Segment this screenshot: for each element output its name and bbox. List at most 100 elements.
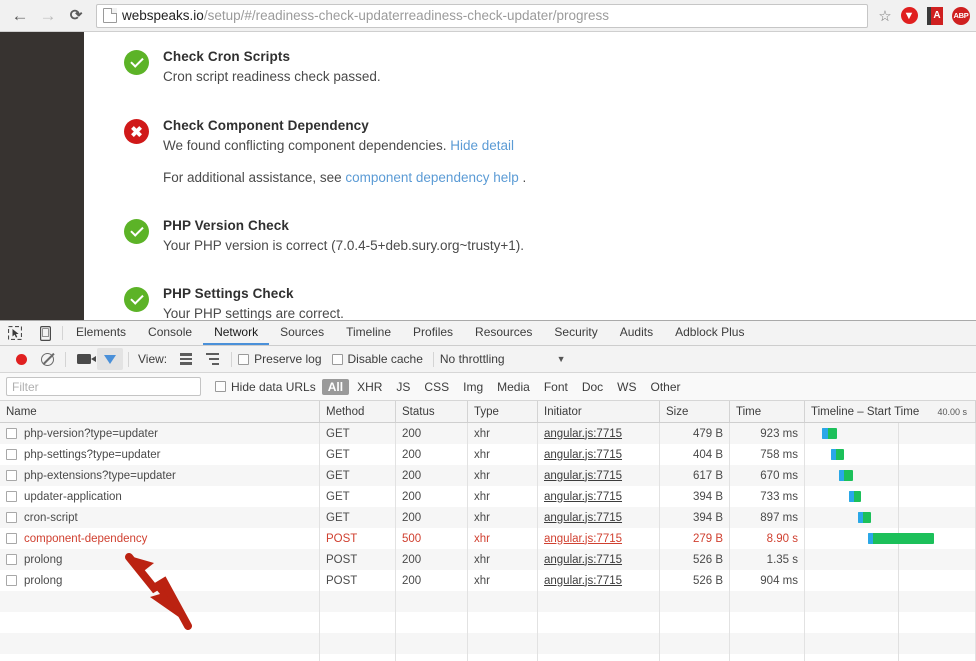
request-checkbox[interactable] xyxy=(6,554,17,565)
initiator-link[interactable]: angular.js:7715 xyxy=(544,449,622,461)
address-bar[interactable]: webspeaks.io/setup/#/readiness-check-upd… xyxy=(96,3,868,28)
chevron-down-icon[interactable]: ▼ xyxy=(557,354,566,364)
filter-type-all[interactable]: All xyxy=(321,378,350,395)
request-name-cell[interactable]: updater-application xyxy=(0,486,320,507)
request-method-cell xyxy=(320,654,396,661)
filter-type-js[interactable]: JS xyxy=(390,379,416,395)
request-method-cell xyxy=(320,612,396,633)
request-checkbox[interactable] xyxy=(6,491,17,502)
filter-input[interactable] xyxy=(6,377,201,396)
column-header-name[interactable]: Name xyxy=(0,401,320,422)
initiator-link[interactable]: angular.js:7715 xyxy=(544,512,622,524)
filter-button[interactable] xyxy=(97,348,123,377)
toggle-device-toolbar-icon[interactable] xyxy=(30,321,60,345)
request-method-cell: POST xyxy=(320,549,396,570)
tab-adblock-plus[interactable]: Adblock Plus xyxy=(664,321,755,345)
list-view-icon[interactable] xyxy=(173,348,199,370)
request-name-cell[interactable]: php-extensions?type=updater xyxy=(0,465,320,486)
request-checkbox[interactable] xyxy=(6,470,17,481)
filter-type-css[interactable]: CSS xyxy=(418,379,455,395)
filter-type-img[interactable]: Img xyxy=(457,379,489,395)
record-button[interactable] xyxy=(8,348,34,370)
opera-extension-button[interactable]: ▼ xyxy=(898,5,920,27)
request-initiator-cell[interactable]: angular.js:7715 xyxy=(538,507,660,528)
initiator-link[interactable]: angular.js:7715 xyxy=(544,533,622,545)
request-checkbox[interactable] xyxy=(6,449,17,460)
initiator-link[interactable]: angular.js:7715 xyxy=(544,575,622,587)
request-initiator-cell[interactable]: angular.js:7715 xyxy=(538,570,660,591)
tab-network[interactable]: Network xyxy=(203,321,270,345)
capture-screenshots-button[interactable] xyxy=(71,348,97,370)
request-name-cell[interactable]: component-dependency xyxy=(0,528,320,549)
tab-elements[interactable]: Elements xyxy=(65,321,137,345)
filter-type-xhr[interactable]: XHR xyxy=(351,379,388,395)
request-checkbox[interactable] xyxy=(6,575,17,586)
table-row[interactable]: updater-application GET 200 xhr angular.… xyxy=(0,486,976,507)
initiator-link[interactable]: angular.js:7715 xyxy=(544,470,622,482)
request-status-cell: 200 xyxy=(396,570,468,591)
column-header-size[interactable]: Size xyxy=(660,401,730,422)
request-initiator-cell[interactable]: angular.js:7715 xyxy=(538,486,660,507)
url-host: webspeaks.io xyxy=(122,8,204,23)
table-row[interactable]: php-extensions?type=updater GET 200 xhr … xyxy=(0,465,976,486)
bookmark-star-icon[interactable]: ☆ xyxy=(874,7,896,25)
table-row[interactable]: prolong POST 200 xhr angular.js:7715 526… xyxy=(0,570,976,591)
tab-timeline[interactable]: Timeline xyxy=(335,321,402,345)
adblock-plus-button[interactable]: ABP xyxy=(950,5,972,27)
column-header-initiator[interactable]: Initiator xyxy=(538,401,660,422)
request-name-cell[interactable]: php-settings?type=updater xyxy=(0,444,320,465)
disable-cache-checkbox[interactable] xyxy=(331,353,343,365)
tab-resources[interactable]: Resources xyxy=(464,321,543,345)
tab-audits[interactable]: Audits xyxy=(609,321,664,345)
request-initiator-cell[interactable]: angular.js:7715 xyxy=(538,423,660,444)
request-initiator-cell[interactable]: angular.js:7715 xyxy=(538,549,660,570)
filter-type-other[interactable]: Other xyxy=(645,379,687,395)
request-checkbox[interactable] xyxy=(6,533,17,544)
hide-data-urls-checkbox[interactable] xyxy=(215,381,226,392)
request-checkbox[interactable] xyxy=(6,428,17,439)
url-path: /setup/#/readiness-check-updaterreadines… xyxy=(203,8,610,23)
tab-sources[interactable]: Sources xyxy=(269,321,335,345)
tab-profiles[interactable]: Profiles xyxy=(402,321,464,345)
column-header-time[interactable]: Time xyxy=(730,401,805,422)
tab-security[interactable]: Security xyxy=(543,321,608,345)
network-filter-bar: Hide data URLs All XHR JS CSS Img Media … xyxy=(0,373,976,401)
table-row[interactable]: component-dependency POST 500 xhr angula… xyxy=(0,528,976,549)
request-name-cell[interactable]: php-version?type=updater xyxy=(0,423,320,444)
column-header-method[interactable]: Method xyxy=(320,401,396,422)
initiator-link[interactable]: angular.js:7715 xyxy=(544,491,622,503)
filter-type-font[interactable]: Font xyxy=(538,379,574,395)
component-dependency-help-link[interactable]: component dependency help xyxy=(345,170,518,185)
table-row[interactable]: php-version?type=updater GET 200 xhr ang… xyxy=(0,423,976,444)
preserve-log-checkbox[interactable] xyxy=(238,353,250,365)
clear-button[interactable] xyxy=(34,348,60,370)
table-row[interactable]: cron-script GET 200 xhr angular.js:7715 … xyxy=(0,507,976,528)
bookmark-extension-button[interactable]: A xyxy=(924,5,946,27)
tab-console[interactable]: Console xyxy=(137,321,203,345)
initiator-link[interactable]: angular.js:7715 xyxy=(544,428,622,440)
request-name-cell[interactable]: prolong xyxy=(0,570,320,591)
column-header-type[interactable]: Type xyxy=(468,401,538,422)
filter-type-media[interactable]: Media xyxy=(491,379,536,395)
inspect-element-icon[interactable] xyxy=(0,321,30,345)
filter-type-ws[interactable]: WS xyxy=(611,379,642,395)
request-checkbox[interactable] xyxy=(6,512,17,523)
request-initiator-cell[interactable]: angular.js:7715 xyxy=(538,528,660,549)
request-time-cell: 904 ms xyxy=(730,570,805,591)
request-initiator-cell[interactable]: angular.js:7715 xyxy=(538,444,660,465)
table-row[interactable]: prolong POST 200 xhr angular.js:7715 526… xyxy=(0,549,976,570)
column-header-status[interactable]: Status xyxy=(396,401,468,422)
hide-detail-link[interactable]: Hide detail xyxy=(450,138,514,153)
throttling-selected-value[interactable]: No throttling xyxy=(440,352,505,366)
filter-type-doc[interactable]: Doc xyxy=(576,379,609,395)
initiator-link[interactable]: angular.js:7715 xyxy=(544,554,622,566)
request-initiator-cell[interactable]: angular.js:7715 xyxy=(538,465,660,486)
request-name-cell[interactable]: cron-script xyxy=(0,507,320,528)
request-name-cell[interactable]: prolong xyxy=(0,549,320,570)
column-header-timeline[interactable]: Timeline – Start Time 40.00 s xyxy=(805,401,976,422)
reload-icon[interactable]: ⟳ xyxy=(62,2,90,30)
table-row[interactable]: php-settings?type=updater GET 200 xhr an… xyxy=(0,444,976,465)
back-arrow-icon[interactable]: ← xyxy=(6,2,34,30)
waterfall-view-icon[interactable] xyxy=(199,348,225,370)
check-title: PHP Settings Check xyxy=(163,286,294,301)
